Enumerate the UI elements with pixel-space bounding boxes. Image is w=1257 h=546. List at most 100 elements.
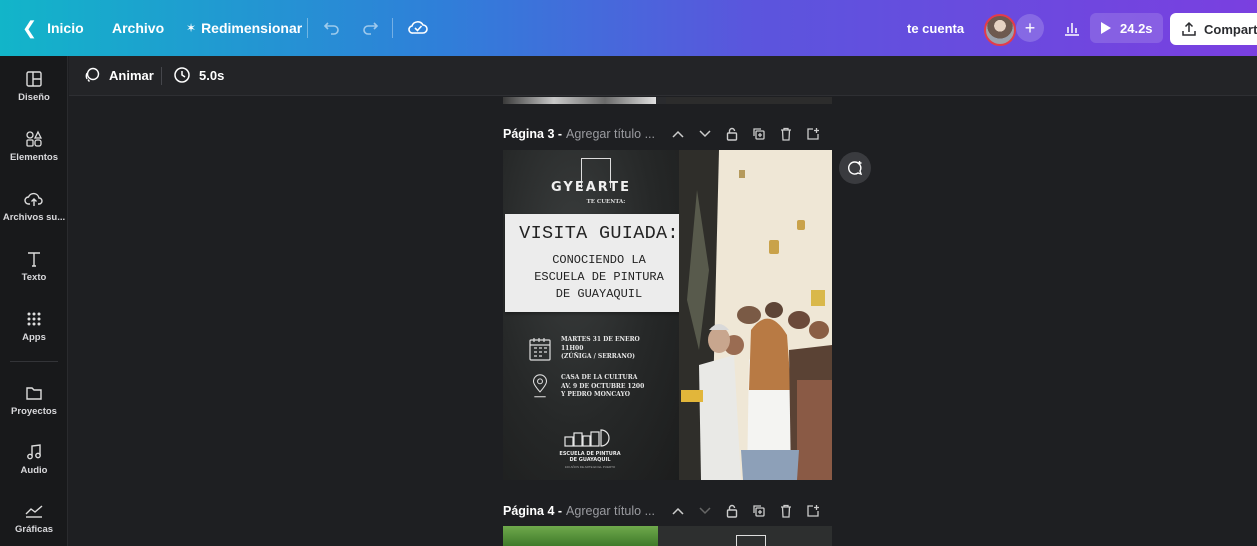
page-4-header: Página 4 - Agregar título ... bbox=[503, 501, 820, 521]
page-title-input[interactable]: Agregar título ... bbox=[566, 127, 655, 141]
event-subtitle: CONOCIENDO LA ESCUELA DE PINTURA DE GUAY… bbox=[505, 252, 693, 303]
text-icon bbox=[23, 249, 45, 269]
folder-icon bbox=[23, 383, 45, 403]
sidebar-item-label: Apps bbox=[22, 332, 46, 343]
share-label: Comparti bbox=[1204, 21, 1257, 37]
lock-icon[interactable] bbox=[725, 127, 739, 141]
sidebar-item-projects[interactable]: Proyectos bbox=[0, 383, 68, 417]
calendar-icon bbox=[529, 338, 551, 361]
sidebar-item-label: Audio bbox=[20, 465, 48, 476]
school-name: ESCUELA DE PINTURA DE GUAYAQUIL bbox=[543, 451, 637, 463]
logo-frame bbox=[736, 535, 766, 546]
duplicate-icon[interactable] bbox=[752, 127, 766, 141]
insights-button[interactable] bbox=[1058, 14, 1086, 42]
event-subtitle-line: ESCUELA DE PINTURA bbox=[534, 270, 664, 284]
animate-button[interactable]: Animar bbox=[83, 66, 154, 84]
date-line: (ZÚÑIGA / SERRANO) bbox=[561, 353, 635, 360]
shapes-icon bbox=[23, 129, 45, 149]
school-name-line: DE GUAYAQUIL bbox=[569, 457, 611, 463]
document-title[interactable]: te cuenta bbox=[907, 10, 964, 46]
duration-label: 5.0s bbox=[199, 67, 225, 83]
chevron-down-icon[interactable] bbox=[698, 127, 712, 141]
present-button[interactable]: 24.2s bbox=[1090, 13, 1163, 43]
cloud-upload-icon bbox=[23, 189, 45, 209]
avatar[interactable] bbox=[984, 14, 1016, 46]
event-photo[interactable] bbox=[679, 150, 832, 480]
brand-text[interactable]: GYEARTE bbox=[503, 180, 679, 195]
add-collaborator-button[interactable]: + bbox=[1016, 14, 1044, 42]
gallery-crowd-photo bbox=[679, 150, 832, 480]
add-page-icon[interactable] bbox=[806, 504, 820, 518]
location-pin-icon bbox=[532, 374, 548, 398]
sidebar-item-label: Archivos su... bbox=[2, 212, 66, 223]
sidebar-item-design[interactable]: Diseño bbox=[0, 69, 68, 103]
sidebar-item-label: Texto bbox=[21, 272, 47, 283]
resize-label: Redimensionar bbox=[201, 20, 303, 36]
cloud-check-icon[interactable] bbox=[407, 17, 429, 42]
present-duration: 24.2s bbox=[1120, 20, 1153, 36]
chevron-up-icon[interactable] bbox=[671, 127, 685, 141]
school-tagline: 100 AÑOS DE ARTE EN EL PUERTO bbox=[564, 465, 616, 469]
sidebar-item-audio[interactable]: Audio bbox=[0, 442, 68, 476]
redo-icon[interactable] bbox=[360, 17, 380, 42]
divider bbox=[161, 67, 162, 85]
page-4-canvas[interactable] bbox=[503, 526, 832, 546]
duplicate-icon[interactable] bbox=[752, 504, 766, 518]
sidebar-item-apps[interactable]: Apps bbox=[0, 309, 68, 343]
page-2-left-image bbox=[503, 97, 656, 104]
top-bar: ❮ Inicio Archivo ✶ Redimensionar te cuen… bbox=[0, 0, 1257, 56]
animate-icon bbox=[85, 67, 100, 83]
divider bbox=[392, 18, 393, 38]
chevron-up-icon[interactable] bbox=[671, 504, 685, 518]
bar-chart-icon bbox=[1065, 23, 1079, 36]
school-logo bbox=[564, 429, 610, 447]
page-number-label: Página 4 - bbox=[503, 504, 563, 518]
page-title-input[interactable]: Agregar título ... bbox=[566, 504, 655, 518]
event-title: VISITA GUIADA: bbox=[519, 223, 679, 244]
trash-icon[interactable] bbox=[779, 127, 793, 141]
page-3-header: Página 3 - Agregar título ... bbox=[503, 124, 820, 144]
chevron-down-icon[interactable] bbox=[698, 504, 712, 518]
event-subtitle-line: DE GUAYAQUIL bbox=[555, 287, 643, 301]
location-line: Y PEDRO MONCAYO bbox=[561, 391, 630, 398]
left-sidebar: Diseño Elementos Archivos su... Texto Ap… bbox=[0, 56, 68, 546]
clock-icon bbox=[174, 67, 190, 83]
sidebar-item-uploads[interactable]: Archivos su... bbox=[0, 189, 68, 223]
location-line: AV. 9 DE OCTUBRE 1200 bbox=[561, 382, 645, 390]
animate-label: Animar bbox=[109, 67, 154, 83]
location-line: CASA DE LA CULTURA bbox=[561, 374, 638, 381]
lock-icon[interactable] bbox=[725, 504, 739, 518]
event-title-card[interactable]: VISITA GUIADA: CONOCIENDO LA ESCUELA DE … bbox=[505, 214, 693, 312]
add-comment-button[interactable] bbox=[839, 152, 871, 184]
sidebar-item-label: Gráficas bbox=[14, 524, 54, 535]
editor-toolbar: Animar 5.0s bbox=[69, 56, 1257, 96]
page-3-canvas[interactable]: GYEARTE TE CUENTA: VISITA GUIADA: CONOCI… bbox=[503, 150, 832, 480]
page-number-label: Página 3 - bbox=[503, 127, 563, 141]
share-button[interactable]: Comparti bbox=[1170, 13, 1257, 45]
chevron-left-icon: ❮ bbox=[22, 17, 38, 38]
sparkle-icon: ✶ bbox=[186, 21, 197, 35]
canvas-area[interactable]: Página 3 - Agregar título ... GYEARTE TE… bbox=[69, 97, 1257, 546]
duration-button[interactable]: 5.0s bbox=[173, 66, 224, 84]
resize-button[interactable]: ✶ Redimensionar bbox=[186, 10, 302, 46]
layout-icon bbox=[23, 69, 45, 89]
comment-plus-icon bbox=[848, 161, 863, 176]
trash-icon[interactable] bbox=[779, 504, 793, 518]
undo-icon[interactable] bbox=[322, 17, 342, 42]
date-line: MARTES 31 DE ENERO bbox=[561, 336, 640, 343]
music-note-icon bbox=[23, 442, 45, 462]
file-menu-button[interactable]: Archivo bbox=[112, 10, 164, 46]
home-button[interactable]: ❮ Inicio bbox=[22, 10, 84, 46]
add-page-icon[interactable] bbox=[806, 127, 820, 141]
home-label: Inicio bbox=[47, 20, 84, 36]
event-subtitle-line: CONOCIENDO LA bbox=[552, 253, 646, 267]
sidebar-item-text[interactable]: Texto bbox=[0, 249, 68, 283]
sidebar-item-elements[interactable]: Elementos bbox=[0, 129, 68, 163]
page-2-preview[interactable] bbox=[503, 97, 832, 104]
sidebar-item-charts[interactable]: Gráficas bbox=[0, 501, 68, 535]
upload-icon bbox=[1182, 21, 1196, 36]
poster-panel[interactable]: GYEARTE TE CUENTA: VISITA GUIADA: CONOCI… bbox=[503, 150, 693, 480]
play-icon bbox=[1101, 22, 1111, 34]
date-line: 11H00 bbox=[561, 344, 584, 352]
apps-grid-icon bbox=[23, 309, 45, 329]
